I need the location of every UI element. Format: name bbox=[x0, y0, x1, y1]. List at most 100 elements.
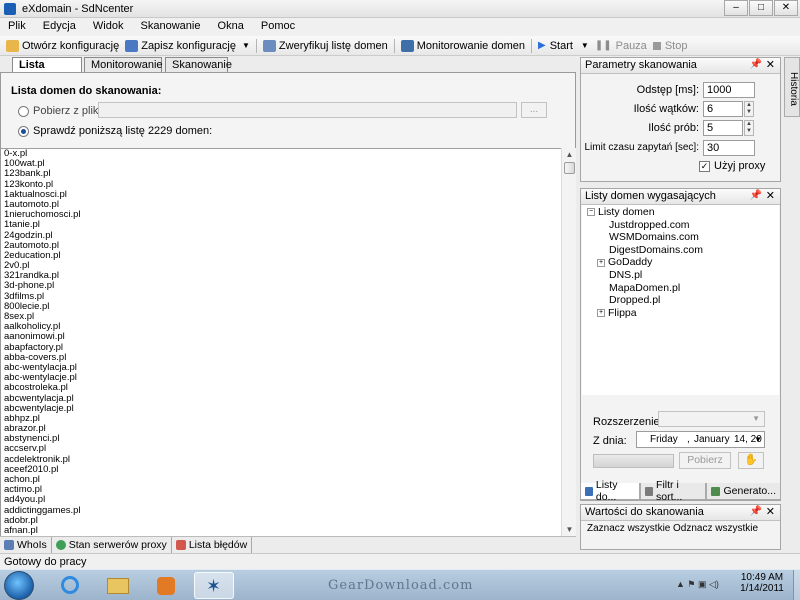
bottom-tabs: WhoIs Stan serwerów proxy Lista błędów bbox=[0, 536, 576, 553]
radio-domain-list[interactable] bbox=[18, 126, 29, 137]
app-star-icon: ✶ bbox=[206, 576, 222, 596]
tab-proxy-status[interactable]: Stan serwerów proxy bbox=[52, 537, 172, 553]
use-proxy-checkbox[interactable]: ✓ bbox=[699, 161, 710, 172]
menu-okna[interactable]: Okna bbox=[212, 18, 250, 32]
close-icon[interactable]: ✕ bbox=[766, 505, 775, 518]
menu-pomoc[interactable]: Pomoc bbox=[255, 18, 301, 32]
radio-domain-list-label: Sprawdź poniższą listę 2229 domen: bbox=[33, 125, 213, 137]
tree-item[interactable]: Dropped.pl bbox=[597, 294, 703, 307]
dropdown-arrow-icon[interactable]: ▼ bbox=[581, 41, 589, 50]
close-icon[interactable]: ✕ bbox=[766, 58, 775, 71]
select-all-button[interactable]: Zaznacz wszystkie bbox=[587, 523, 670, 534]
scrollbar-thumb[interactable] bbox=[564, 162, 575, 174]
verify-list-label: Zweryfikuj listę domen bbox=[278, 39, 388, 52]
ie-taskbar-button[interactable] bbox=[50, 572, 90, 599]
history-side-tab[interactable]: Historia bbox=[784, 57, 800, 117]
tab-filter-sort[interactable]: Filtr i sort... bbox=[640, 479, 707, 503]
expiring-lists-panel: Listy domen wygasających 📌 ✕ − Listy dome… bbox=[580, 188, 781, 501]
menu-edycja[interactable]: Edycja bbox=[37, 18, 82, 32]
browse-button[interactable]: ... bbox=[521, 102, 547, 118]
tab-monitorowanie[interactable]: Monitorowanie bbox=[84, 57, 163, 73]
collapse-icon[interactable]: − bbox=[587, 208, 595, 217]
toolbar-separator bbox=[393, 38, 395, 53]
show-desktop-button[interactable] bbox=[793, 570, 800, 600]
tree-item[interactable]: DigestDomains.com bbox=[597, 244, 703, 257]
menu-skanowanie[interactable]: Skanowanie bbox=[135, 18, 207, 32]
domain-list-item: 123konto.pl bbox=[4, 178, 54, 190]
tree-root[interactable]: − Listy domen bbox=[587, 206, 655, 219]
domain-list-item: aceef2010.pl bbox=[4, 463, 59, 475]
tree-item[interactable]: + GoDaddy bbox=[597, 256, 703, 269]
pin-icon[interactable]: 📌 bbox=[750, 59, 762, 70]
explorer-taskbar-button[interactable] bbox=[98, 572, 138, 599]
close-button[interactable]: ✕ bbox=[774, 0, 798, 16]
fetch-button[interactable]: Pobierz bbox=[679, 452, 731, 469]
monitoring-button[interactable]: Monitorowanie domen bbox=[400, 39, 525, 52]
stop-button[interactable]: Stop bbox=[652, 40, 687, 52]
delay-input[interactable]: 1000 bbox=[703, 82, 755, 98]
file-path-input[interactable] bbox=[98, 102, 517, 118]
scroll-up-icon[interactable]: ▲ bbox=[562, 148, 577, 162]
minimize-button[interactable]: – bbox=[724, 0, 748, 16]
date-label: Z dnia: bbox=[593, 435, 627, 447]
radio-from-file[interactable] bbox=[18, 106, 29, 117]
exdomain-taskbar-button[interactable]: ✶ bbox=[194, 572, 234, 599]
tab-whois[interactable]: WhoIs bbox=[0, 537, 52, 553]
timeout-input[interactable]: 30 bbox=[703, 140, 755, 156]
open-config-button[interactable]: Otwórz konfigurację bbox=[6, 39, 119, 52]
tree-item[interactable]: MapaDomen.pl bbox=[597, 282, 703, 295]
retries-input[interactable]: 5 bbox=[703, 120, 743, 136]
start-orb[interactable] bbox=[4, 571, 34, 600]
expand-icon[interactable]: + bbox=[597, 308, 605, 317]
domain-list-item: 2v0.pl bbox=[4, 260, 30, 272]
chevron-down-icon[interactable]: ▼ bbox=[754, 432, 762, 447]
retries-stepper[interactable]: ▲ ▼ bbox=[744, 120, 754, 136]
domain-list-textarea[interactable]: 0-x.pl 100wat.pl 123bank.pl 123konto.pl 1akt… bbox=[1, 148, 561, 537]
menu-plik[interactable]: Plik bbox=[2, 18, 32, 32]
menu-widok[interactable]: Widok bbox=[87, 18, 130, 32]
domain-list-item: 321randka.pl bbox=[4, 270, 59, 282]
dropdown-arrow-icon[interactable]: ▼ bbox=[242, 41, 250, 50]
tab-error-list[interactable]: Lista błędów bbox=[172, 537, 253, 553]
tree-item-label: Dropped.pl bbox=[609, 294, 661, 307]
pause-button[interactable]: ❚❚ Pauza bbox=[595, 40, 647, 52]
domain-list-scrollbar[interactable]: ▲ ▼ bbox=[561, 148, 576, 537]
start-button[interactable]: ▶ Start ▼ bbox=[538, 40, 589, 52]
maximize-button[interactable]: □ bbox=[749, 0, 773, 16]
extension-select[interactable]: ▼ bbox=[658, 411, 765, 427]
tab-proxy-status-label: Stan serwerów proxy bbox=[68, 539, 167, 551]
tab-generator[interactable]: Generato... bbox=[706, 483, 781, 500]
threads-input[interactable]: 6 bbox=[703, 101, 743, 117]
domain-list-item: 1nieruchomosci.pl bbox=[4, 209, 81, 221]
deselect-all-button[interactable]: Odznacz wszystkie bbox=[673, 523, 758, 534]
system-tray[interactable]: ▲ ⚑ ▣ ◁) bbox=[676, 579, 728, 591]
threads-stepper[interactable]: ▲ ▼ bbox=[744, 101, 754, 117]
verify-list-button[interactable]: Zweryfikuj listę domen bbox=[262, 39, 388, 52]
tree-item[interactable]: DNS.pl bbox=[597, 269, 703, 282]
domain-list-item: abba-covers.pl bbox=[4, 351, 67, 363]
pin-icon[interactable]: 📌 bbox=[750, 506, 762, 517]
save-config-button[interactable]: Zapisz konfigurację ▼ bbox=[125, 39, 250, 52]
whois-icon bbox=[4, 540, 14, 550]
expiring-lists-tree: − Listy domen bbox=[587, 206, 655, 219]
expand-icon[interactable]: + bbox=[597, 258, 605, 267]
tree-item[interactable]: WSMDomains.com bbox=[597, 231, 703, 244]
domain-list-item: aanonimowi.pl bbox=[4, 331, 65, 343]
tab-skanowanie[interactable]: Skanowanie bbox=[165, 57, 232, 73]
tree-item-label: WSMDomains.com bbox=[609, 231, 699, 244]
hand-icon[interactable]: ✋ bbox=[738, 452, 764, 469]
scroll-down-icon[interactable]: ▼ bbox=[562, 523, 577, 537]
date-picker[interactable]: Friday , January 14, 20 ▼ bbox=[636, 431, 765, 448]
window-title: eXdomain - SdNcenter bbox=[22, 3, 134, 15]
tree-item[interactable]: + Flippa bbox=[597, 307, 703, 320]
document-tabs: Lista domen Monitorowanie Skanowanie bbox=[4, 57, 576, 83]
media-player-taskbar-button[interactable] bbox=[146, 572, 186, 599]
right-panel-tabs: Listy do... Filtr i sort... Generato... bbox=[580, 479, 781, 503]
pause-label: Pauza bbox=[615, 39, 647, 52]
tab-lists-label: Listy do... bbox=[595, 479, 618, 503]
tab-lists[interactable]: Listy do... bbox=[580, 479, 641, 503]
close-icon[interactable]: ✕ bbox=[766, 189, 775, 202]
tree-item[interactable]: Justdropped.com bbox=[597, 219, 703, 232]
pin-icon[interactable]: 📌 bbox=[750, 190, 762, 201]
clock[interactable]: 10:49 AM 1/14/2011 bbox=[732, 572, 792, 594]
